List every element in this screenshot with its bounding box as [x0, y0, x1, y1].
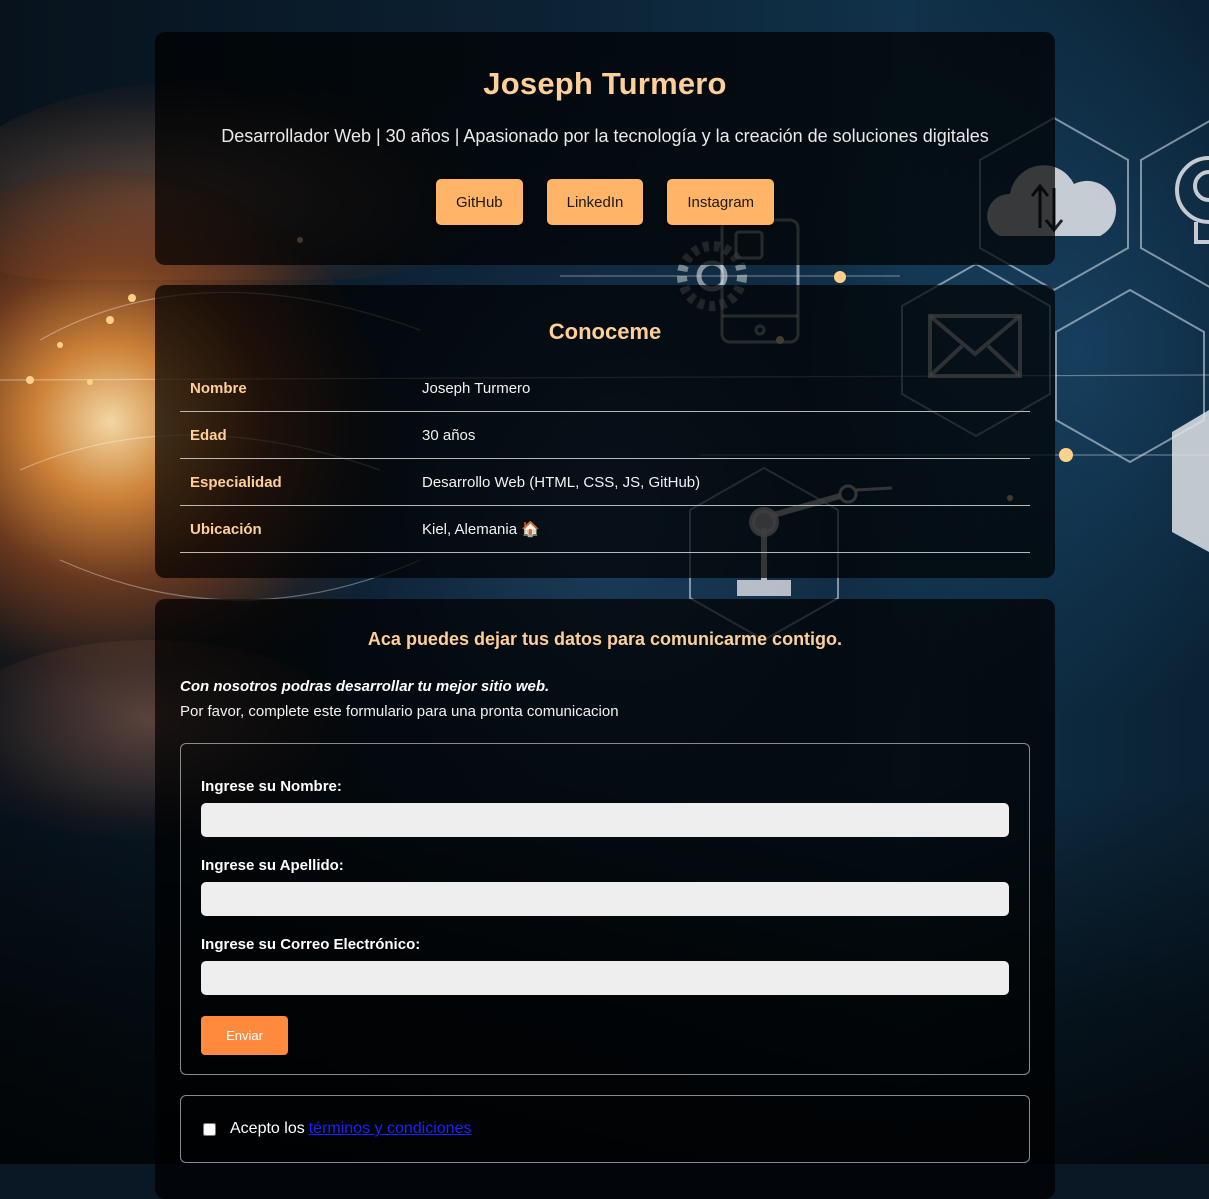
first-name-label: Ingrese su Nombre: [201, 778, 342, 795]
contact-intro-emphasis: Con nosotros podras desarrollar tu mejor… [180, 678, 550, 695]
terms-checkbox[interactable] [203, 1122, 216, 1136]
terms-prefix: Acepto los [230, 1120, 305, 1137]
about-title: Conoceme [548, 319, 662, 344]
table-row: Edad 30 años [180, 411, 1030, 459]
contact-intro-text: Por favor, complete este formulario para… [180, 703, 619, 720]
profile-tagline: Desarrollador Web | 30 años | Apasionado… [221, 126, 989, 146]
social-links: GitHub LinkedIn Instagram [155, 179, 1055, 225]
instagram-button[interactable]: Instagram [667, 179, 775, 225]
row-value-edad: 30 años [412, 411, 1030, 459]
profile-header-card: Joseph Turmero Desarrollador Web | 30 añ… [155, 32, 1055, 265]
row-key-especialidad: Especialidad [180, 458, 412, 506]
about-card: Conoceme Nombre Joseph Turmero Edad 30 a… [155, 285, 1055, 578]
last-name-label: Ingrese su Apellido: [201, 857, 344, 874]
email-input[interactable] [201, 961, 1009, 995]
table-row: Ubicación Kiel, Alemania 🏠 [180, 505, 1030, 553]
email-label: Ingrese su Correo Electrónico: [201, 936, 421, 953]
terms-link[interactable]: términos y condiciones [309, 1120, 472, 1138]
github-button[interactable]: GitHub [435, 179, 523, 225]
linkedin-button[interactable]: LinkedIn [546, 179, 644, 225]
lightbulb-gear-icon [1175, 156, 1209, 244]
contact-card: Aca puedes dejar tus datos para comunica… [155, 599, 1055, 1199]
submit-button[interactable]: Enviar [201, 1016, 288, 1055]
row-key-ubicacion: Ubicación [180, 505, 412, 553]
row-value-nombre: Joseph Turmero [412, 365, 1030, 412]
row-value-especialidad: Desarrollo Web (HTML, CSS, JS, GitHub) [412, 458, 1030, 506]
profile-name: Joseph Turmero [483, 66, 727, 101]
terms-box: Acepto los términos y condiciones [180, 1095, 1030, 1163]
row-key-nombre: Nombre [180, 365, 412, 412]
row-key-edad: Edad [180, 411, 412, 459]
contact-title: Aca puedes dejar tus datos para comunica… [367, 629, 843, 649]
about-table: Nombre Joseph Turmero Edad 30 años Espec… [180, 365, 1030, 553]
table-row: Especialidad Desarrollo Web (HTML, CSS, … [180, 458, 1030, 506]
last-name-input[interactable] [201, 882, 1009, 916]
contact-form: Ingrese su Nombre: Ingrese su Apellido: … [180, 743, 1030, 1075]
table-row: Nombre Joseph Turmero [180, 365, 1030, 412]
first-name-input[interactable] [201, 803, 1009, 837]
row-value-ubicacion: Kiel, Alemania 🏠 [412, 505, 1030, 553]
